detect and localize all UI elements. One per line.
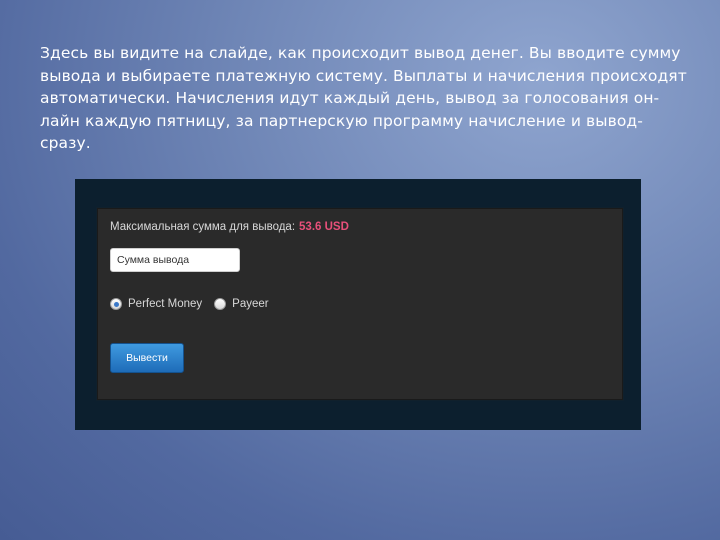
- payment-option-label: Payeer: [232, 298, 269, 310]
- withdraw-panel: Максимальная сумма для вывода:53.6 USD P…: [97, 208, 623, 400]
- radio-payeer[interactable]: [214, 298, 227, 310]
- withdraw-screenshot: Максимальная сумма для вывода:53.6 USD P…: [75, 179, 641, 430]
- max-withdraw-label: Максимальная сумма для вывода: 53.6 USD: [110, 221, 349, 233]
- payment-option-label: Perfect Money: [128, 298, 203, 310]
- slide-description: Здесь вы видите на слайде, как происходи…: [40, 44, 687, 152]
- withdraw-button[interactable]: Вывести: [110, 343, 184, 373]
- max-withdraw-text: Максимальная сумма для вывода:: [110, 221, 296, 233]
- payment-option-perfect-money[interactable]: Perfect Money: [110, 298, 202, 310]
- max-withdraw-value: 53.6 USD: [299, 221, 349, 233]
- withdraw-amount-input[interactable]: [110, 248, 240, 272]
- payment-option-payeer[interactable]: Payeer: [214, 298, 269, 310]
- radio-perfect-money[interactable]: [110, 298, 122, 310]
- payment-system-selector: Perfect Money Payeer: [110, 298, 281, 310]
